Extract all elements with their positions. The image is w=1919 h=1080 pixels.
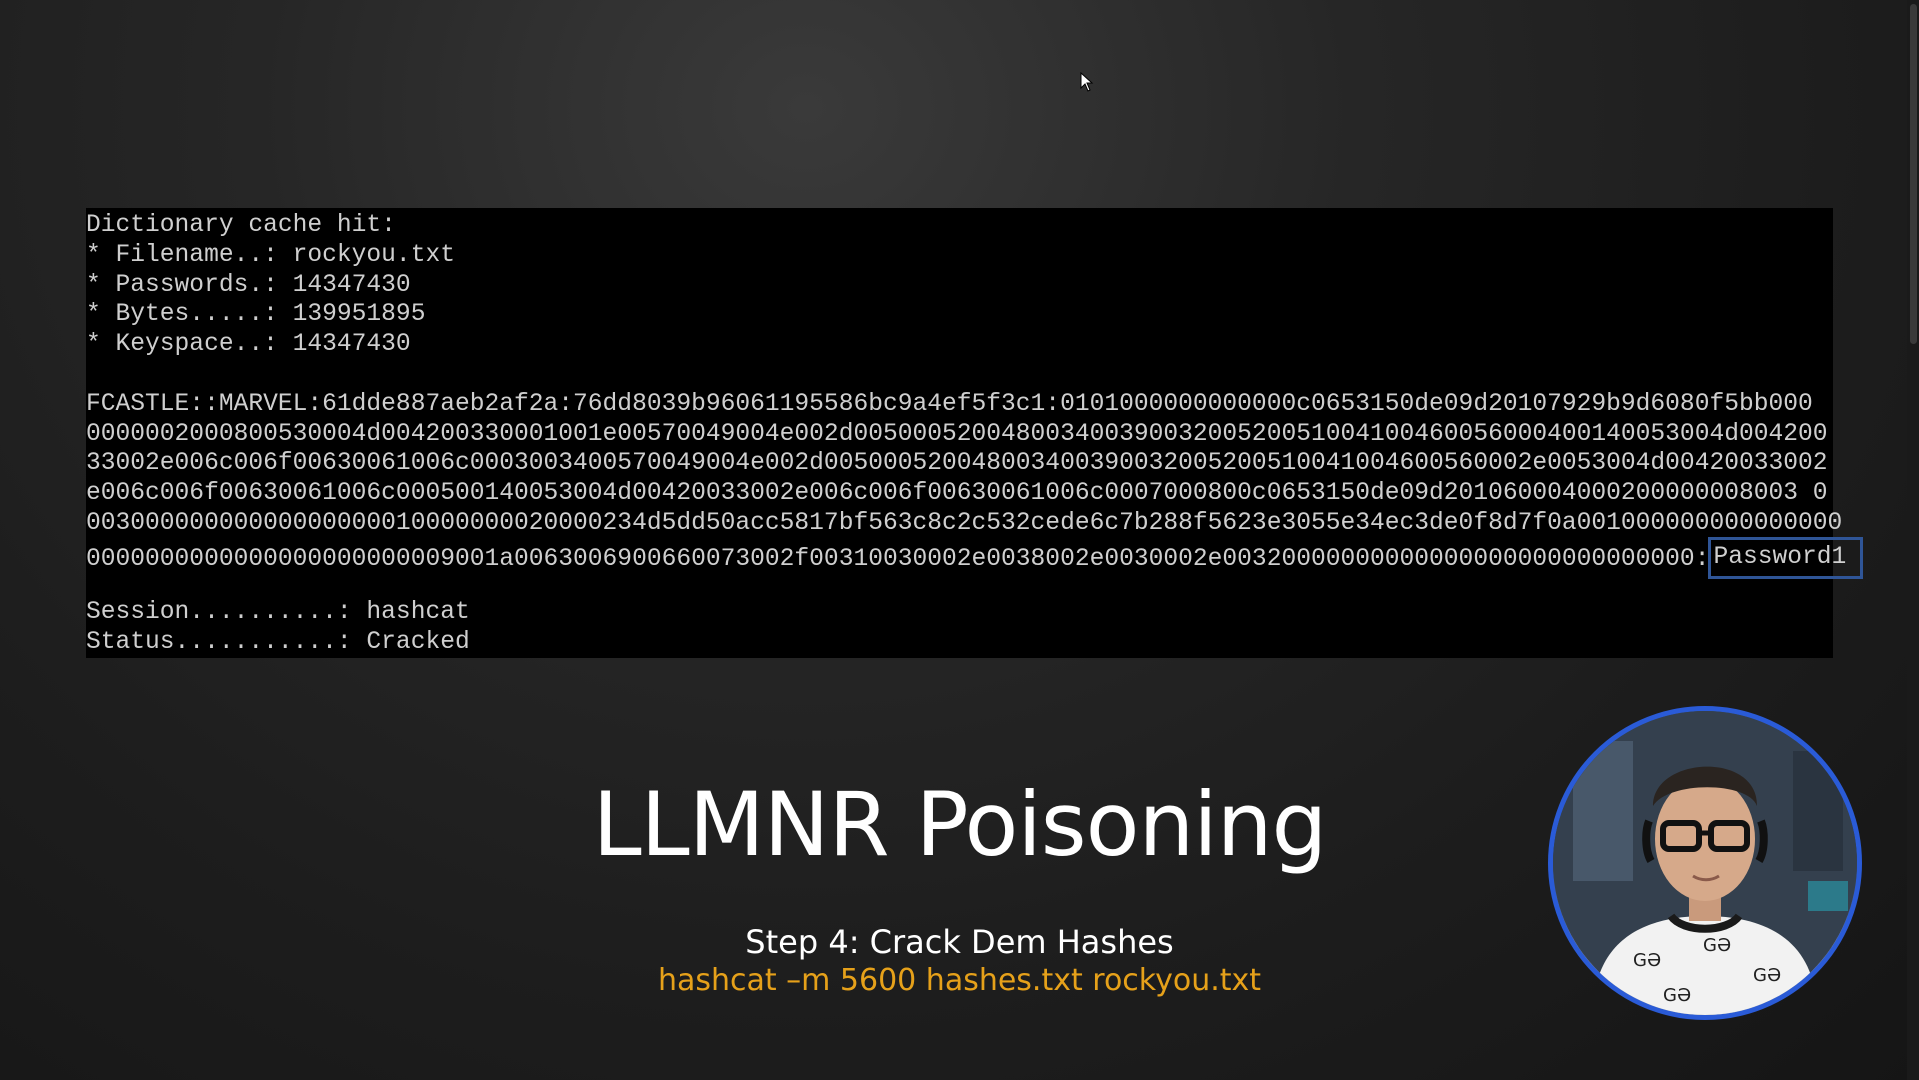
hash-line: FCASTLE::MARVEL:61dde887aeb2af2a:76dd803… bbox=[86, 390, 1813, 418]
terminal-line: * Keyspace..: 14347430 bbox=[86, 331, 411, 359]
hash-line-final: 0000000000000000000000009001a00630069006… bbox=[86, 536, 1864, 579]
svg-text:GƏ: GƏ bbox=[1633, 950, 1661, 971]
session-status-line: Session..........: hashcat bbox=[86, 599, 470, 627]
webcam-overlay: GƏ GƏ GƏ GƏ bbox=[1548, 706, 1862, 1020]
hash-line-text: 0000000000000000000000009001a00630069006… bbox=[86, 545, 1710, 573]
svg-text:GƏ: GƏ bbox=[1753, 965, 1781, 986]
hash-line: 00300000000000000000010000000020000234d5… bbox=[86, 509, 1843, 537]
terminal-line: * Bytes.....: 139951895 bbox=[86, 301, 426, 329]
scrollbar[interactable] bbox=[1907, 0, 1919, 1080]
svg-text:GƏ: GƏ bbox=[1663, 985, 1691, 1006]
mouse-cursor-icon bbox=[1080, 72, 1094, 92]
terminal-line: * Filename..: rockyou.txt bbox=[86, 241, 455, 269]
svg-text:GƏ: GƏ bbox=[1703, 935, 1731, 956]
terminal-line: Dictionary cache hit: bbox=[86, 212, 396, 239]
crack-status-line: Status...........: Cracked bbox=[86, 629, 470, 657]
hash-line: e006c006f00630061006c000500140053004d004… bbox=[86, 480, 1828, 508]
presenter-avatar-icon: GƏ GƏ GƏ GƏ bbox=[1553, 711, 1857, 1015]
hash-line: 0000002000800530004d004200330001001e0057… bbox=[86, 420, 1828, 448]
scrollbar-thumb[interactable] bbox=[1910, 4, 1917, 344]
terminal-line: * Passwords.: 14347430 bbox=[86, 271, 411, 299]
hash-line: 33002e006c006f00630061006c00030034005700… bbox=[86, 450, 1828, 478]
terminal-output: Dictionary cache hit: * Filename..: rock… bbox=[86, 208, 1864, 658]
slide: { "terminal": { "cache_lines": [ "Dictio… bbox=[0, 0, 1919, 1080]
cracked-password: Password1 bbox=[1708, 536, 1864, 579]
